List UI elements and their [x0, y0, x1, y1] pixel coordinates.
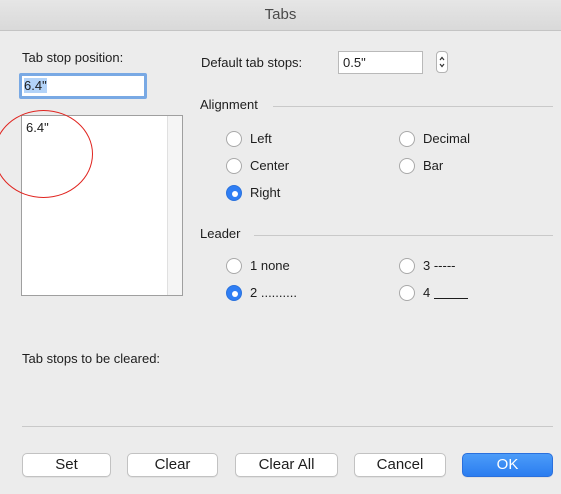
cancel-button[interactable]: Cancel — [354, 453, 446, 477]
default-tab-stops-label: Default tab stops: — [201, 55, 303, 70]
tab-stop-position-label: Tab stop position: — [22, 50, 124, 65]
leader-3-radio[interactable] — [399, 258, 415, 274]
alignment-center-label: Center — [250, 158, 290, 173]
leader-1-label: 1 none — [250, 258, 290, 273]
leader-4-radio[interactable] — [399, 285, 415, 301]
alignment-right-radio[interactable] — [226, 185, 242, 201]
leader-3-label: 3 ----- — [423, 258, 456, 273]
alignment-decimal-radio[interactable] — [399, 131, 415, 147]
tab-stop-position-input[interactable]: 6.4" — [19, 73, 147, 99]
window-title-bar: Tabs — [0, 0, 561, 31]
leader-2-label: 2 .......... — [250, 285, 297, 300]
alignment-right-label: Right — [250, 185, 281, 200]
stepper-arrows-icon — [439, 56, 445, 68]
bottom-divider — [22, 426, 553, 427]
alignment-decimal-label: Decimal — [423, 131, 470, 146]
alignment-left-radio[interactable] — [226, 131, 242, 147]
leader-1-radio[interactable] — [226, 258, 242, 274]
alignment-bar-radio[interactable] — [399, 158, 415, 174]
alignment-bar-label: Bar — [423, 158, 444, 173]
alignment-left-label: Left — [250, 131, 272, 146]
leader-underline-sample — [434, 298, 469, 299]
default-tab-stops-stepper[interactable] — [436, 51, 448, 73]
window-title: Tabs — [264, 6, 297, 23]
leader-4-text: 4 — [423, 285, 431, 300]
tab-stops-to-be-cleared-label: Tab stops to be cleared: — [22, 351, 161, 366]
leader-divider — [254, 235, 553, 236]
ok-button[interactable]: OK — [462, 453, 553, 477]
clear-button[interactable]: Clear — [127, 453, 218, 477]
clear-all-button[interactable]: Clear All — [235, 453, 338, 477]
tab-stops-list-scrollbar[interactable] — [167, 116, 182, 295]
set-button[interactable]: Set — [22, 453, 111, 477]
alignment-divider — [273, 106, 553, 107]
alignment-center-radio[interactable] — [226, 158, 242, 174]
leader-4-label: 4 — [423, 285, 469, 300]
default-tab-stops-input[interactable]: 0.5" — [338, 51, 423, 74]
alignment-section-title: Alignment — [200, 97, 258, 112]
leader-section-title: Leader — [200, 226, 241, 241]
leader-2-radio[interactable] — [226, 285, 242, 301]
tab-stop-position-value: 6.4" — [24, 78, 47, 93]
